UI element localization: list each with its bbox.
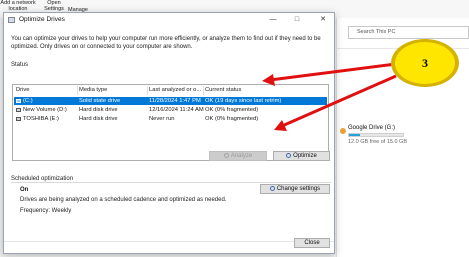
status-heading: Status (11, 62, 29, 68)
optimize-shield-icon (286, 153, 292, 158)
google-drive-icon (340, 128, 346, 134)
cell-media-type: Solid state drive (79, 98, 121, 104)
column-header-media-type[interactable]: Media type (79, 87, 107, 93)
cell-drive: TOSHIBA (E:) (23, 116, 59, 122)
close-window-button[interactable]: ✕ (315, 13, 331, 27)
cell-media-type: Hard disk drive (79, 107, 118, 113)
google-drive-free-space: 12.0 GB free of 15.0 GB (348, 139, 408, 145)
cell-status: OK (0% fragmented) (205, 116, 259, 122)
section-divider (11, 182, 331, 183)
analyze-label: Analyze (230, 153, 253, 159)
defrag-app-icon (8, 17, 15, 23)
maximize-button[interactable]: □ (289, 13, 305, 27)
analyze-shield-icon (223, 153, 229, 158)
title-bar: Optimize Drives — □ ✕ (4, 13, 334, 27)
google-drive-usage-fill (349, 134, 360, 136)
column-header-drive[interactable]: Drive (16, 87, 30, 93)
schedule-state: On (20, 187, 29, 193)
google-drive-label[interactable]: Google Drive (G:) (348, 125, 395, 131)
table-row[interactable]: (C:) Solid state drive 11/28/2024 1:47 P… (14, 97, 327, 105)
column-separator (147, 86, 148, 95)
explorer-divider (336, 48, 469, 49)
search-input[interactable]: Search This PC (348, 26, 469, 39)
drive-icon (16, 108, 21, 112)
table-row[interactable]: New Volume (D:) Hard disk drive 12/16/20… (14, 106, 327, 114)
intro-text: You can optimize your drives to help you… (11, 36, 321, 50)
optimize-label: Optimize (293, 153, 317, 159)
footer-divider (4, 241, 334, 242)
drives-table[interactable]: Drive Media type Last analyzed or o... C… (12, 84, 329, 161)
cell-last-analyzed: 12/16/2024 11:24 AM (149, 107, 204, 113)
analyze-button[interactable]: Analyze (209, 151, 267, 161)
minimize-button[interactable]: — (265, 13, 281, 27)
cell-drive: (C:) (23, 98, 33, 104)
dialog-title: Optimize Drives (19, 16, 65, 23)
column-separator (203, 86, 204, 95)
add-network-location-button[interactable]: Add a network location (0, 0, 36, 12)
explorer-content (336, 18, 469, 257)
change-settings-label: Change settings (276, 186, 321, 192)
cell-status: OK (0% fragmented) (205, 107, 259, 113)
optimize-drives-dialog: Optimize Drives — □ ✕ You can optimize y… (3, 12, 335, 254)
scheduled-optimization-heading: Scheduled optimization (11, 176, 74, 182)
column-header-last-analyzed[interactable]: Last analyzed or o... (149, 87, 201, 93)
column-separator (77, 86, 78, 95)
cell-status: OK (19 days since last retrim) (205, 98, 282, 104)
cell-media-type: Hard disk drive (79, 116, 118, 122)
drive-icon (16, 99, 21, 103)
change-settings-button[interactable]: Change settings (260, 184, 330, 194)
drive-icon (16, 117, 21, 121)
cell-last-analyzed: 11/28/2024 1:47 PM (149, 98, 201, 104)
cell-last-analyzed: Never run (149, 116, 175, 122)
cell-drive: New Volume (D:) (23, 107, 67, 113)
settings-shield-icon (269, 186, 275, 191)
google-drive-usage-bar (348, 133, 404, 137)
column-header-current-status[interactable]: Current status (205, 87, 241, 93)
open-settings-button[interactable]: Open Settings (42, 0, 66, 12)
schedule-frequency: Frequency: Weekly (20, 208, 72, 214)
optimize-button[interactable]: Optimize (273, 151, 330, 161)
close-label: Close (304, 240, 320, 246)
table-row[interactable]: TOSHIBA (E:) Hard disk drive Never run O… (14, 115, 327, 123)
close-button[interactable]: Close (294, 238, 330, 248)
schedule-description: Drives are being analyzed on a scheduled… (20, 197, 227, 203)
